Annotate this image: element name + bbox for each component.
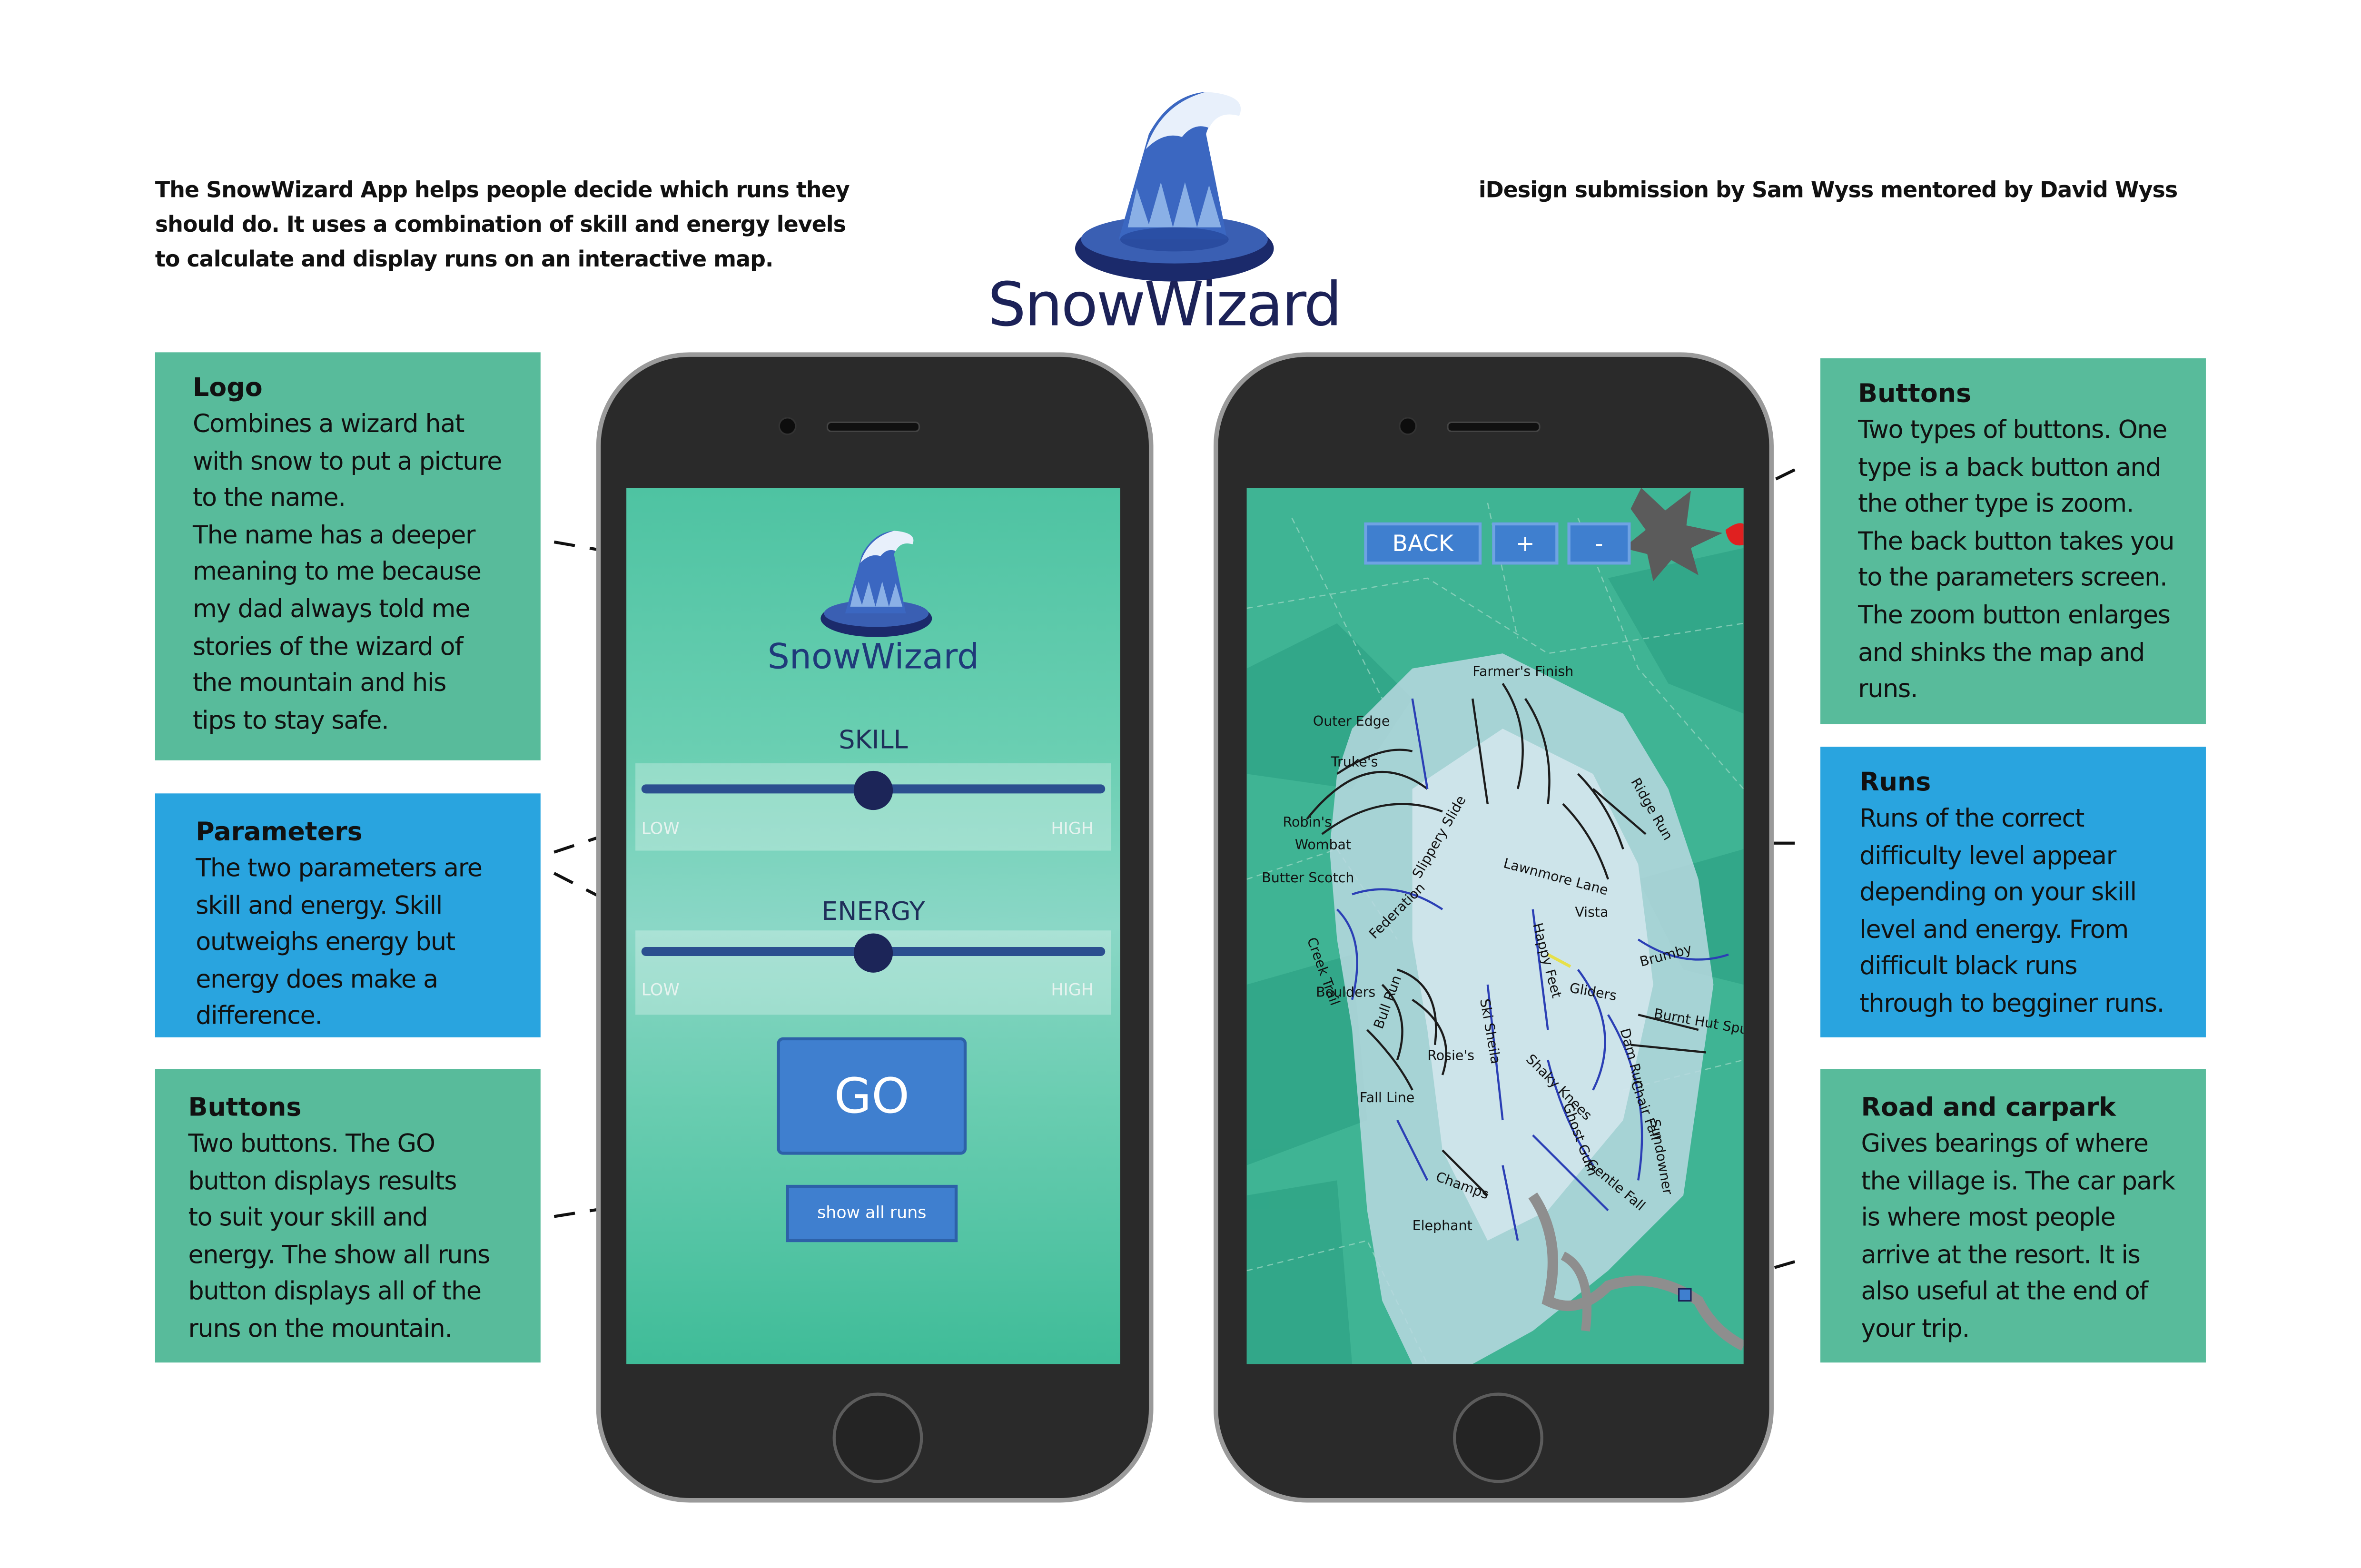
energy-low-label: LOW (641, 980, 680, 1000)
home-button[interactable] (1453, 1392, 1543, 1483)
phone-right: Farmer's Finish Outer Edge Truke's Robin's W… (1214, 352, 1774, 1503)
parameters-screen: SnowWizard SKILL LOW HIGH ENERGY LOW HIG… (626, 488, 1120, 1364)
skill-slider-knob[interactable] (853, 770, 893, 810)
go-button[interactable]: GO (777, 1037, 967, 1155)
ski-map[interactable]: Farmer's Finish Outer Edge Truke's Robin's W… (1246, 488, 1744, 1364)
skill-high-label: HIGH (1051, 819, 1094, 839)
leader-lines (553, 468, 1796, 1291)
zoom-in-button[interactable]: + (1492, 522, 1559, 565)
skill-low-label: LOW (641, 819, 680, 839)
run-label: Farmer's Finish (1472, 664, 1573, 680)
speaker-grille (826, 421, 920, 433)
back-button[interactable]: BACK (1364, 522, 1482, 565)
app-title: SnowWizard (767, 638, 979, 678)
energy-label: ENERGY (821, 897, 925, 927)
camera-icon (1399, 417, 1417, 435)
run-label: Truke's (1331, 754, 1378, 769)
energy-high-label: HIGH (1051, 980, 1094, 1000)
run-label: Fall Line (1360, 1090, 1414, 1105)
home-button[interactable] (832, 1392, 923, 1483)
run-label: Rosie's (1427, 1047, 1474, 1063)
energy-slider-knob[interactable] (853, 933, 893, 973)
run-label: Butter Scotch (1262, 870, 1354, 886)
run-label: Robin's (1283, 814, 1332, 830)
show-all-runs-button[interactable]: show all runs (786, 1184, 958, 1243)
run-label: Vista (1575, 905, 1608, 920)
zoom-out-button[interactable]: - (1567, 522, 1631, 565)
phone-left: SnowWizard SKILL LOW HIGH ENERGY LOW HIG… (596, 352, 1154, 1503)
run-label: Wombat (1295, 837, 1351, 852)
skill-label: SKILL (839, 725, 908, 756)
run-label: Elephant (1413, 1218, 1472, 1233)
wizard-hat-icon (820, 531, 932, 637)
map-screen: Farmer's Finish Outer Edge Truke's Robin's W… (1246, 488, 1744, 1364)
speaker-grille (1447, 421, 1541, 433)
camera-icon (778, 417, 797, 435)
run-label: Outer Edge (1313, 713, 1390, 729)
